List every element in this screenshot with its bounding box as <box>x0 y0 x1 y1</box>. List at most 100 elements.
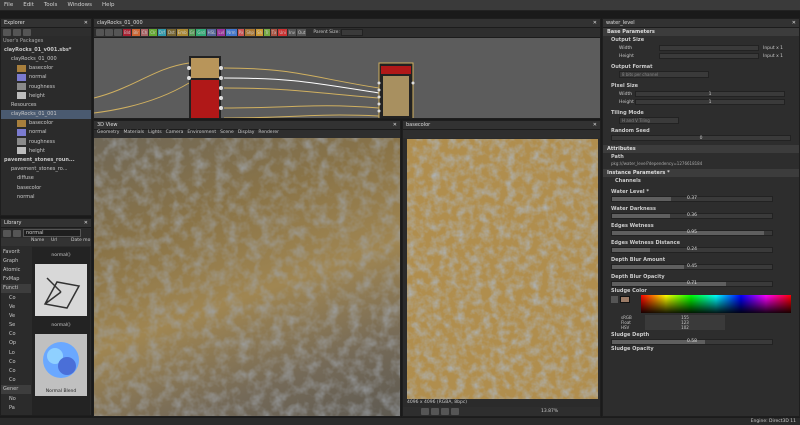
param-slider[interactable]: 0.95 <box>611 230 773 236</box>
close-icon[interactable]: ✕ <box>393 122 397 128</box>
tree-item[interactable]: clayRocks_01_001 <box>1 109 91 119</box>
random-seed-field[interactable]: 0 <box>611 135 791 141</box>
filter-icon[interactable] <box>3 229 11 237</box>
param-slider[interactable]: 0.24 <box>611 247 773 253</box>
close-icon[interactable]: ✕ <box>593 122 597 128</box>
col-name[interactable]: Name <box>31 238 51 246</box>
node-chip[interactable]: Inv <box>287 29 297 36</box>
node-chip[interactable]: Grd <box>196 29 206 36</box>
close-icon[interactable]: ✕ <box>84 20 88 26</box>
node-chip[interactable]: Sh <box>255 29 264 36</box>
view-tool-icon[interactable] <box>451 408 459 415</box>
node-chip[interactable]: Tx <box>270 29 278 36</box>
node-chip[interactable]: Px <box>237 29 245 36</box>
menu-help[interactable]: Help <box>102 2 115 8</box>
width-value[interactable]: Input x 1 <box>763 46 783 51</box>
lib-cat-functions[interactable]: Functi <box>1 283 31 293</box>
node-chip[interactable]: Out <box>297 29 307 36</box>
base-parameters-header[interactable]: Base Parameters <box>603 28 799 36</box>
tree-item[interactable]: height <box>1 91 91 100</box>
new-package-icon[interactable] <box>3 29 11 36</box>
tree-item[interactable]: roughness <box>1 82 91 91</box>
3d-menu-item[interactable]: Renderer <box>258 130 279 138</box>
tree-item[interactable]: basecolor <box>1 64 91 73</box>
param-slider[interactable]: 0.37 <box>611 196 773 202</box>
tree-item[interactable]: roughness <box>1 137 91 146</box>
view-tool-icon[interactable] <box>421 408 429 415</box>
lib-cat-fxmap[interactable]: FxMap <box>1 275 31 284</box>
node-chip[interactable]: Dst <box>166 29 176 36</box>
px-height-field[interactable]: 1 <box>635 99 785 105</box>
col-date[interactable]: Date mo <box>71 238 90 246</box>
generator-item[interactable]: No <box>1 394 31 403</box>
graph-canvas[interactable] <box>94 38 601 119</box>
normal-blend-thumbnail[interactable]: Normal Blend <box>35 334 87 396</box>
sludge-depth-slider[interactable]: 0.58 <box>611 339 773 345</box>
tree-item[interactable]: clayRocks_01_000 <box>1 54 91 63</box>
3d-viewport[interactable] <box>94 138 400 416</box>
blue-field[interactable]: 102 <box>645 325 725 330</box>
node-chip[interactable]: Emb <box>176 29 188 36</box>
graph-tool-icon[interactable] <box>96 29 104 36</box>
function-item[interactable]: Co <box>1 366 31 375</box>
eyedropper-icon[interactable] <box>611 296 618 303</box>
graph-tab[interactable]: clayRocks_01_000 <box>97 20 143 26</box>
tree-item[interactable]: height <box>1 146 91 155</box>
function-item[interactable]: Co <box>1 357 31 366</box>
3d-menu-item[interactable]: Camera <box>166 130 184 138</box>
function-item[interactable]: Se <box>1 321 31 330</box>
color-mode-hsv[interactable]: HSV <box>621 325 632 330</box>
node-chip[interactable]: Bld <box>123 29 132 36</box>
view-tool-icon[interactable] <box>431 408 439 415</box>
col-url[interactable]: Url <box>51 238 71 246</box>
close-icon[interactable]: ✕ <box>792 20 796 26</box>
function-item[interactable]: Ve <box>1 311 31 320</box>
save-package-icon[interactable] <box>23 29 31 36</box>
zoom-level[interactable]: 13.87% <box>541 409 558 414</box>
close-icon[interactable]: ✕ <box>593 20 597 26</box>
library-search-input[interactable]: normal <box>23 229 81 237</box>
function-item[interactable]: Lo <box>1 348 31 357</box>
param-slider[interactable]: 0.36 <box>611 213 773 219</box>
3d-menu-item[interactable]: Display <box>238 130 255 138</box>
3d-menu-item[interactable]: Geometry <box>97 130 119 138</box>
3d-menu-item[interactable]: Environment <box>187 130 216 138</box>
view-tool-icon[interactable] <box>441 408 449 415</box>
function-item[interactable]: Op <box>1 339 31 348</box>
node-chip[interactable]: Nrm <box>226 29 237 36</box>
node-chip[interactable]: Drf <box>157 29 166 36</box>
lib-cat-favorites[interactable]: Favorit <box>1 247 31 256</box>
3d-menu-item[interactable]: Scene <box>220 130 234 138</box>
tree-item[interactable]: pavement_stones_ro... <box>1 165 91 174</box>
lib-cat-generators[interactable]: Gener <box>1 384 31 394</box>
node-chip[interactable]: Lvl <box>217 29 226 36</box>
tiling-mode-select[interactable]: H and V Tiling <box>619 117 679 124</box>
node-chip[interactable]: Ch <box>140 29 149 36</box>
param-slider[interactable]: 0.71 <box>611 281 773 287</box>
color-spectrum[interactable] <box>641 295 791 313</box>
tree-item[interactable]: diffuse <box>1 174 91 183</box>
height-field[interactable] <box>659 53 759 59</box>
node-chip[interactable]: Blr <box>132 29 140 36</box>
channels-label[interactable]: Channels <box>603 177 799 185</box>
graph-tool-icon[interactable] <box>114 29 122 36</box>
2d-viewport[interactable] <box>407 139 598 399</box>
menu-edit[interactable]: Edit <box>23 2 34 8</box>
sludge-color-swatch[interactable] <box>620 296 630 303</box>
param-slider[interactable]: 0.45 <box>611 264 773 270</box>
close-icon[interactable]: ✕ <box>84 220 88 226</box>
function-item[interactable]: Ve <box>1 302 31 311</box>
attributes-header[interactable]: Attributes <box>603 145 799 153</box>
node-chip[interactable]: Clr <box>149 29 157 36</box>
parent-size-field[interactable] <box>340 29 363 36</box>
instance-parameters-header[interactable]: Instance Parameters * <box>603 169 799 177</box>
menu-file[interactable]: File <box>4 2 13 8</box>
function-item[interactable]: Co <box>1 330 31 339</box>
tree-item[interactable]: clayRocks_01_v001.sbs* <box>1 45 91 54</box>
tree-item[interactable]: pavement_stones_roun... <box>1 155 91 164</box>
px-width-field[interactable]: 1 <box>635 91 785 97</box>
width-field[interactable] <box>659 45 759 51</box>
view-mode-icon[interactable] <box>13 229 21 237</box>
lib-cat-graph[interactable]: Graph <box>1 256 31 265</box>
tree-item[interactable]: basecolor <box>1 183 91 192</box>
